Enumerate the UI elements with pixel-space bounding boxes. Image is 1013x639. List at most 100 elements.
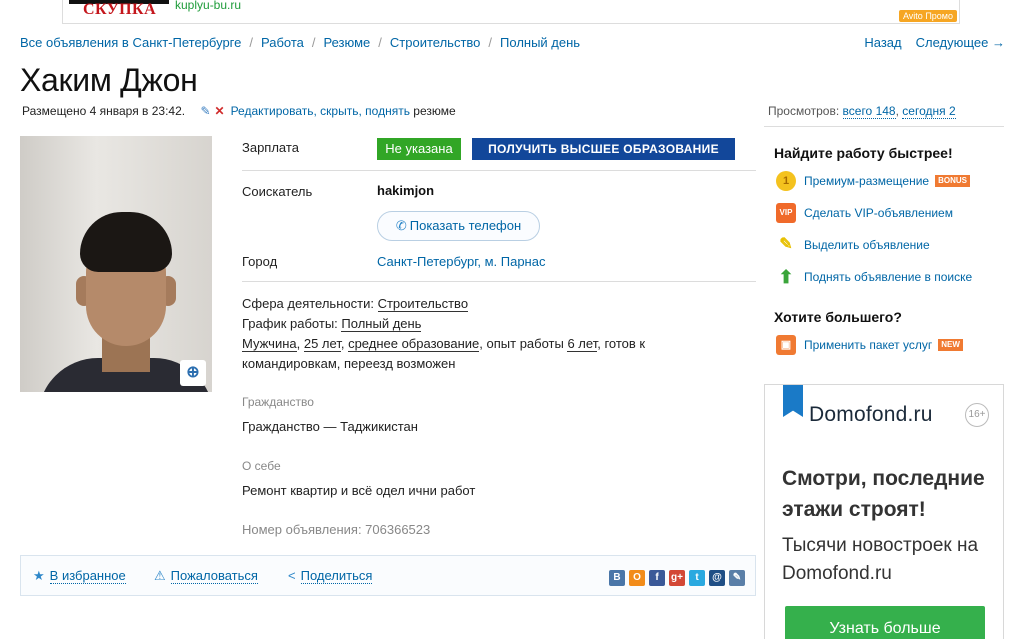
views-today[interactable]: сегодня 2 <box>902 104 956 119</box>
seeker-name: hakimjon <box>377 183 435 198</box>
avito-promo-badge: Avito Промо <box>898 10 957 22</box>
divider <box>242 170 756 171</box>
ad-subline: Тысячи новостроек на Domofond.ru <box>782 535 979 584</box>
social-share-icons: B Оf g+ t @ ✎ <box>605 568 745 586</box>
edit-link[interactable]: Редактировать <box>231 104 314 118</box>
share-label: Поделиться <box>300 568 373 584</box>
delete-cross-icon[interactable]: ✕ <box>215 104 225 118</box>
banner-logo-text: СКУПКА <box>83 1 157 18</box>
premium-coin-icon: 1 <box>776 171 796 191</box>
hide-link[interactable]: скрыть <box>320 104 358 118</box>
pencil-icon[interactable]: ✎ <box>200 104 210 118</box>
show-phone-label: Показать телефон <box>409 218 522 233</box>
mail-icon[interactable]: @ <box>709 570 725 586</box>
experience-value[interactable]: 6 лет <box>567 336 598 352</box>
sphere-value[interactable]: Строительство <box>377 296 469 312</box>
top-ad-banner[interactable]: СКУПКА kuplyu-bu.ru Avito Промо <box>62 0 960 24</box>
warning-icon: ⚠ <box>154 568 166 583</box>
domofond-flag-icon <box>783 385 803 417</box>
profile-photo[interactable] <box>20 136 212 392</box>
share-button[interactable]: < Поделиться <box>288 568 373 584</box>
ad-number: Номер объявления: 706366523 <box>242 522 431 537</box>
raise-arrow-icon: ⬆ <box>778 267 794 287</box>
age-rating-badge: 16+ <box>965 403 989 427</box>
complain-button[interactable]: ⚠ Пожаловаться <box>154 568 258 584</box>
favorite-button[interactable]: ★ В избранное <box>33 568 126 584</box>
education-banner[interactable]: ПОЛУЧИТЬ ВЫСШЕЕ ОБРАЗОВАНИЕ <box>472 138 735 160</box>
age-value[interactable]: 25 лет <box>303 336 341 352</box>
breadcrumb-resume[interactable]: Резюме <box>324 35 371 50</box>
breadcrumb: Все объявления в Санкт-Петербурге / Работа… <box>20 35 580 50</box>
breadcrumb-construction[interactable]: Строительство <box>390 35 480 50</box>
odnoklassniki-icon[interactable]: О <box>629 570 645 586</box>
raise-label: Поднять объявление в поиске <box>804 270 973 284</box>
sidebar-heading-more: Хотите большего? <box>774 309 902 325</box>
highlight-marker-icon: ✎ <box>779 236 793 253</box>
meta-suffix: резюме <box>413 104 456 118</box>
salary-value: Не указана <box>377 138 461 160</box>
sidebar-heading-faster: Найдите работу быстрее! <box>774 145 953 161</box>
comma: , <box>358 104 362 118</box>
highlight-label: Выделить объявление <box>804 238 930 252</box>
share-icon: < <box>288 568 296 583</box>
back-link[interactable]: Назад <box>864 35 901 50</box>
schedule-value[interactable]: Полный день <box>341 316 422 332</box>
new-badge: NEW <box>938 339 963 351</box>
star-icon: ★ <box>33 568 45 583</box>
views-total[interactable]: всего 148 <box>842 104 896 119</box>
raise-link[interactable]: поднять <box>365 104 410 118</box>
breadcrumb-separator: / <box>249 35 253 50</box>
resume-info: Сфера деятельности: Строительство График… <box>242 296 646 371</box>
livejournal-icon[interactable]: ✎ <box>729 570 745 586</box>
about-label: О себе <box>242 459 281 473</box>
breadcrumb-fullday[interactable]: Полный день <box>500 35 580 50</box>
complain-label: Пожаловаться <box>170 568 258 584</box>
learn-more-button[interactable]: Узнать больше <box>785 606 985 639</box>
vip-link[interactable]: VIP Сделать VIP-объявлением <box>776 203 953 225</box>
zoom-icon[interactable]: ⊕ <box>180 360 206 386</box>
breadcrumb-job[interactable]: Работа <box>261 35 304 50</box>
vip-label: Сделать VIP-объявлением <box>804 206 953 220</box>
ad-headline: Смотри, последние этажи строят! <box>782 467 985 521</box>
highlight-link[interactable]: ✎ Выделить объявление <box>776 235 930 257</box>
experience-prefix: опыт работы <box>486 336 564 351</box>
page-title: Хаким Джон <box>20 62 198 98</box>
next-link[interactable]: Следующее → <box>916 35 1005 50</box>
twitter-icon[interactable]: t <box>689 570 705 586</box>
city-label: Город <box>242 254 278 269</box>
breadcrumb-separator: / <box>378 35 382 50</box>
premium-placement-link[interactable]: 1 Премиум-размещение BONUS <box>776 171 970 193</box>
comma: , <box>313 104 317 118</box>
views-sep: , <box>895 104 899 118</box>
gender-value[interactable]: Мужчина <box>242 336 297 352</box>
favorite-label: В избранное <box>49 568 126 584</box>
breadcrumb-separator: / <box>311 35 316 50</box>
vk-icon[interactable]: B <box>609 570 625 586</box>
google-plus-icon[interactable]: g+ <box>669 570 685 586</box>
package-link[interactable]: ▣ Применить пакет услуг NEW <box>776 335 963 357</box>
divider <box>764 126 1004 127</box>
package-label: Применить пакет услуг <box>804 338 933 352</box>
action-bar: ★ В избранное ⚠ Пожаловаться < Поделиться B… <box>20 555 756 596</box>
citizenship-value: Гражданство — Таджикистан <box>242 419 418 434</box>
vip-icon: VIP <box>776 203 796 223</box>
domofond-ad[interactable]: Domofond.ru 16+ Смотри, последние этажи … <box>764 384 1004 639</box>
premium-label: Премиум-размещение <box>804 174 930 188</box>
bonus-badge: BONUS <box>935 175 970 187</box>
facebook-icon[interactable]: f <box>649 570 665 586</box>
salary-label: Зарплата <box>242 140 299 155</box>
city-value[interactable]: Санкт-Петербург, м. Парнас <box>377 254 545 269</box>
posted-meta: Размещено 4 января в 23:42. ✎ ✕ Редактиров… <box>22 104 456 118</box>
domofond-brand: Domofond.ru <box>809 403 933 426</box>
education-value[interactable]: среднее образование <box>348 336 480 352</box>
show-phone-button[interactable]: ✆ Показать телефон <box>377 211 540 241</box>
pager: Назад Следующее → <box>864 35 1005 50</box>
breadcrumb-all[interactable]: Все объявления в Санкт-Петербурге <box>20 35 241 50</box>
sphere-label: Сфера деятельности: <box>242 296 374 311</box>
views-label: Просмотров: <box>768 104 840 118</box>
about-value: Ремонт квартир и всё одел ични работ <box>242 483 476 498</box>
posted-date: Размещено 4 января в 23:42. <box>22 104 186 118</box>
raise-in-search-link[interactable]: ⬆ Поднять объявление в поиске <box>776 267 972 289</box>
banner-url[interactable]: kuplyu-bu.ru <box>175 0 241 12</box>
views-counter: Просмотров: всего 148, сегодня 2 <box>768 104 956 119</box>
